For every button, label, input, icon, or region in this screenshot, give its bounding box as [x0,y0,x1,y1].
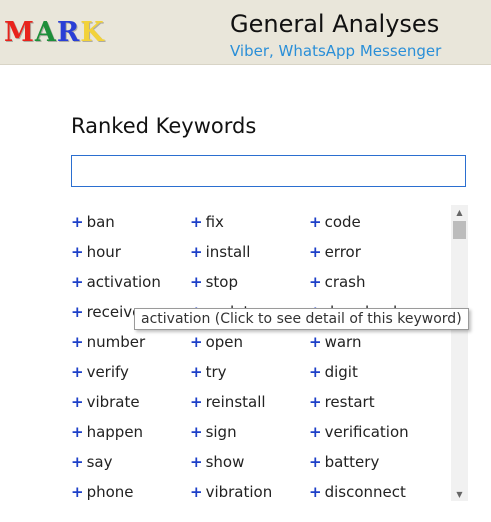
keyword-label[interactable]: code [325,213,361,231]
plus-icon[interactable]: + [190,393,203,411]
plus-icon[interactable]: + [309,333,322,351]
keyword-item[interactable]: + hour [71,243,121,261]
keyword-label[interactable]: open [206,333,243,351]
keyword-label[interactable]: activation [87,273,161,291]
keyword-label[interactable]: happen [87,423,143,441]
app-header: M A R K General Analyses Viber, WhatsApp… [0,0,491,65]
keyword-item[interactable]: + show [190,453,244,471]
keyword-label[interactable]: show [206,453,245,471]
keyword-item[interactable]: + verify [71,363,129,381]
logo-letter-r: R [56,17,81,48]
plus-icon[interactable]: + [190,273,203,291]
plus-icon[interactable]: + [190,483,203,500]
keyword-label[interactable]: hour [87,243,121,261]
keyword-item[interactable]: + warn [309,333,361,351]
keyword-label[interactable]: digit [325,363,358,381]
keyword-label[interactable]: ban [87,213,115,231]
keyword-label[interactable]: verify [87,363,129,381]
keyword-label[interactable]: warn [325,333,362,351]
keyword-label[interactable]: verification [325,423,409,441]
keyword-item[interactable]: + install [190,243,250,261]
keyword-item[interactable]: + activation [71,273,161,291]
plus-icon[interactable]: + [309,423,322,441]
keyword-list: + ban + hour + activation + receive + number + veri… [71,205,449,500]
plus-icon[interactable]: + [71,273,84,291]
plus-icon[interactable]: + [71,303,84,321]
keyword-label[interactable]: phone [87,483,134,500]
keyword-label[interactable]: disconnect [325,483,406,500]
keyword-label[interactable]: restart [325,393,375,411]
keyword-item[interactable]: + say [71,453,112,471]
plus-icon[interactable]: + [309,213,322,231]
plus-icon[interactable]: + [190,453,203,471]
plus-icon[interactable]: + [190,213,203,231]
logo-letter-m: M [4,17,35,48]
logo-letter-k: K [80,17,105,48]
keyword-item[interactable]: + stop [190,273,238,291]
keyword-label[interactable]: vibration [206,483,273,500]
keyword-label[interactable]: sign [206,423,237,441]
keyword-item[interactable]: + sign [190,423,237,441]
plus-icon[interactable]: + [309,363,322,381]
plus-icon[interactable]: + [190,423,203,441]
plus-icon[interactable]: + [71,483,84,500]
app-logo: M A R K [4,17,105,48]
scrollbar-thumb[interactable] [453,221,466,239]
plus-icon[interactable]: + [190,333,203,351]
keyword-label[interactable]: number [87,333,146,351]
plus-icon[interactable]: + [71,243,84,261]
keyword-item[interactable]: + number [71,333,145,351]
keyword-item[interactable]: + verification [309,423,409,441]
plus-icon[interactable]: + [71,363,84,381]
keyword-item[interactable]: + happen [71,423,143,441]
plus-icon[interactable]: + [71,423,84,441]
keyword-label[interactable]: say [87,453,113,471]
keyword-item[interactable]: + digit [309,363,358,381]
keyword-item[interactable]: + crash [309,273,366,291]
keyword-label[interactable]: stop [206,273,238,291]
keyword-label[interactable]: vibrate [87,393,140,411]
scroll-up-icon[interactable]: ▲ [451,205,468,219]
keyword-label[interactable]: install [206,243,251,261]
keyword-label[interactable]: error [325,243,361,261]
keyword-label[interactable]: battery [325,453,380,471]
keyword-item[interactable]: + receive [71,303,141,321]
keyword-item[interactable]: + error [309,243,361,261]
keyword-item[interactable]: + open [190,333,243,351]
keyword-item[interactable]: + try [190,363,227,381]
keyword-item[interactable]: + restart [309,393,375,411]
plus-icon[interactable]: + [71,333,84,351]
keyword-label[interactable]: crash [325,273,366,291]
plus-icon[interactable]: + [309,453,322,471]
keyword-item[interactable]: + code [309,213,361,231]
app-title: General Analyses [230,10,440,38]
section-title: Ranked Keywords [71,114,257,138]
plus-icon[interactable]: + [71,393,84,411]
plus-icon[interactable]: + [71,453,84,471]
logo-letter-a: A [34,17,57,48]
plus-icon[interactable]: + [309,483,322,500]
plus-icon[interactable]: + [71,213,84,231]
keyword-item[interactable]: + battery [309,453,379,471]
keyword-label[interactable]: try [206,363,227,381]
plus-icon[interactable]: + [309,273,322,291]
keyword-item[interactable]: + reinstall [190,393,266,411]
plus-icon[interactable]: + [190,243,203,261]
keyword-tooltip: activation (Click to see detail of this … [134,308,469,330]
plus-icon[interactable]: + [309,393,322,411]
keyword-item[interactable]: + fix [190,213,224,231]
keyword-label[interactable]: reinstall [206,393,266,411]
keyword-search-input[interactable] [71,155,466,187]
keyword-list-scrollbar[interactable]: ▲ ▼ [451,205,468,501]
plus-icon[interactable]: + [190,363,203,381]
keyword-item[interactable]: + vibration [190,483,272,500]
app-subtitle: Viber, WhatsApp Messenger [230,42,442,60]
keyword-label[interactable]: fix [206,213,224,231]
keyword-item[interactable]: + ban [71,213,115,231]
keyword-item[interactable]: + vibrate [71,393,140,411]
plus-icon[interactable]: + [309,243,322,261]
scroll-down-icon[interactable]: ▼ [451,487,468,501]
keyword-item[interactable]: + disconnect [309,483,406,500]
keyword-item[interactable]: + phone [71,483,134,500]
